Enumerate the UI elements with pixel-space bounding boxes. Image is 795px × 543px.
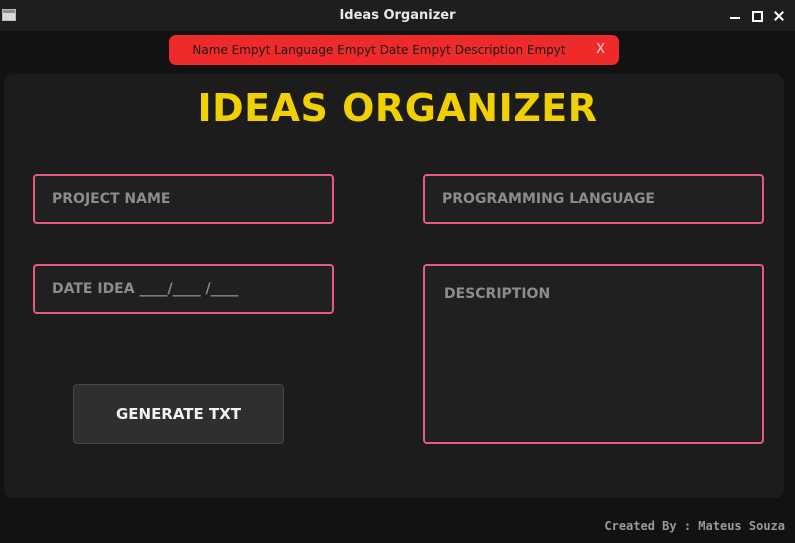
programming-language-placeholder: PROGRAMMING LANGUAGE	[442, 191, 655, 207]
project-name-input[interactable]: PROJECT NAME	[33, 174, 334, 224]
project-name-placeholder: PROJECT NAME	[52, 191, 171, 207]
programming-language-input[interactable]: PROGRAMMING LANGUAGE	[423, 174, 764, 224]
footer-credit: Created By : Mateus Souza	[604, 519, 785, 533]
date-idea-placeholder: DATE IDEA ____/____ /____	[52, 281, 239, 297]
page-title: IDEAS ORGANIZER	[197, 86, 598, 130]
toast-message: Name Empyt Language Empyt Date Empyt Des…	[192, 43, 566, 57]
generate-txt-button[interactable]: GENERATE TXT	[73, 384, 284, 444]
error-toast: Name Empyt Language Empyt Date Empyt Des…	[169, 35, 619, 65]
title-bar: Ideas Organizer	[0, 0, 795, 31]
minimize-icon[interactable]	[728, 9, 742, 23]
window-title: Ideas Organizer	[339, 8, 456, 23]
close-window-icon[interactable]	[772, 9, 786, 23]
maximize-icon[interactable]	[750, 9, 764, 23]
description-textarea[interactable]: DESCRIPTION	[423, 264, 764, 444]
description-placeholder: DESCRIPTION	[444, 286, 551, 302]
toast-close-button[interactable]: X	[596, 42, 605, 57]
date-idea-input[interactable]: DATE IDEA ____/____ /____	[33, 264, 334, 314]
